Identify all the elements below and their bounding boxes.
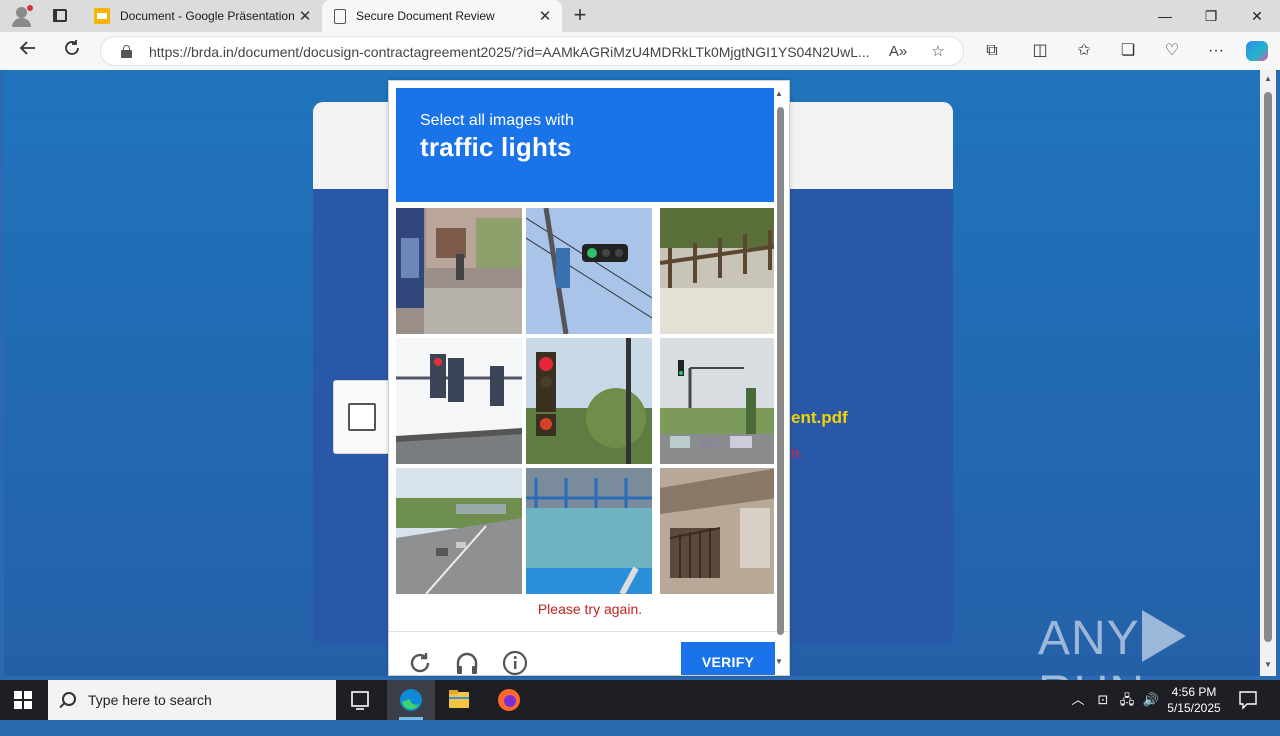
profile-avatar-icon[interactable] [10,5,34,27]
network-icon[interactable]: 🖧 [1116,680,1138,720]
captcha-tile-street-traffic-light[interactable] [656,338,774,464]
refresh-icon[interactable] [58,38,86,64]
favorites-icon[interactable]: ✩ [1072,40,1096,62]
favorite-star-icon[interactable]: ☆ [927,41,949,63]
tab-strip: Document - Google Präsentation ✕ Secure … [0,0,1280,32]
reload-challenge-icon[interactable] [407,650,433,675]
tab-close-icon[interactable]: ✕ [294,7,316,25]
taskbar-search-box[interactable]: Type here to search [48,680,336,720]
captcha-tile-traffic-lights-roof[interactable] [396,338,522,464]
captcha-prompt: Select all images with [420,112,574,129]
captcha-header: Select all images with traffic lights [396,88,774,202]
captcha-tile-red-traffic-light[interactable] [526,338,652,464]
captcha-tile-highway[interactable] [396,468,522,594]
captcha-scroll-up-icon[interactable]: ▲ [775,89,783,98]
tray-overflow-chevron-icon[interactable]: ︿ [1068,680,1088,720]
audio-challenge-headphones-icon[interactable] [454,650,480,675]
captcha-tile-traffic-light-wires[interactable] [526,208,652,334]
watermark-left: ANY [1038,612,1140,665]
new-tab-button[interactable]: + [568,4,592,28]
close-window-button[interactable]: ✕ [1234,0,1280,32]
tab-secure-document-review[interactable]: Secure Document Review ✕ [322,0,562,32]
settings-more-icon[interactable]: ··· [1204,40,1228,62]
slides-favicon-icon [94,8,110,24]
tab-google-presentation[interactable]: Document - Google Präsentation ✕ [84,0,322,32]
collections-icon[interactable]: ❏ [1116,40,1140,62]
back-arrow-icon[interactable] [14,38,42,64]
captcha-footer: VERIFY [389,631,789,675]
captcha-tile-wooden-fence[interactable] [656,208,774,334]
search-icon [62,692,76,706]
captcha-tile-building-balcony[interactable] [656,468,774,594]
file-explorer-icon[interactable] [435,680,483,720]
verify-button[interactable]: VERIFY [681,642,775,675]
copilot-icon[interactable] [1246,41,1268,61]
tab-title: Document - Google Präsentation [120,9,294,23]
captcha-error-message: Please try again. [537,601,643,617]
firefox-icon[interactable] [485,680,533,720]
browser-toolbar: https://brda.in/document/docusign-contra… [0,32,1280,70]
edge-taskbar-icon[interactable] [387,680,435,720]
captcha-checkbox-widget [333,380,393,454]
task-view-icon[interactable] [336,680,384,720]
captcha-tile-pool-railing[interactable] [526,468,652,594]
info-icon[interactable] [502,650,528,675]
read-aloud-icon[interactable]: A» [887,41,909,63]
volume-icon[interactable]: 🔊 [1140,680,1162,720]
notifications-icon[interactable] [1236,680,1260,720]
lock-icon[interactable] [121,45,132,58]
captcha-tile-street-bus[interactable] [396,208,522,334]
windows-start-icon[interactable] [14,691,32,709]
tab-actions-icon[interactable] [50,6,70,26]
page-scrollbar[interactable]: ▲ ▼ [1260,70,1276,676]
address-bar[interactable]: https://brda.in/document/docusign-contra… [100,36,964,66]
split-screen-icon[interactable]: ◫ [1028,40,1052,62]
captcha-scroll-down-icon[interactable]: ▼ [775,657,783,666]
document-warning-text: n. [791,445,804,462]
clock-date: 5/15/2025 [1167,701,1221,715]
captcha-target: traffic lights [420,132,572,162]
captcha-checkbox[interactable] [348,403,376,431]
windows-taskbar: Type here to search ︿ ⊡ 🖧 🔊 4:56 PM 5/15… [0,680,1280,720]
taskbar-clock[interactable]: 4:56 PM 5/15/2025 [1160,684,1228,716]
captcha-scrollbar[interactable]: ▲ ▼ [775,89,785,669]
tray-device-icon[interactable]: ⊡ [1092,680,1114,720]
extensions-icon[interactable]: ⧉ [980,40,1004,62]
document-filename: ent.pdf [791,408,848,427]
restore-button[interactable]: ❐ [1188,0,1234,32]
browser-essentials-icon[interactable]: ♡ [1160,40,1184,62]
scroll-up-icon[interactable]: ▲ [1262,74,1274,83]
minimize-button[interactable]: — [1142,0,1188,32]
url-text[interactable]: https://brda.in/document/docusign-contra… [149,44,869,60]
tab-close-icon[interactable]: ✕ [534,7,556,25]
captcha-challenge: Select all images with traffic lights Pl… [388,80,790,676]
play-logo-icon [1141,610,1186,662]
tab-title: Secure Document Review [356,9,495,23]
search-placeholder: Type here to search [88,692,212,708]
page-scroll-thumb[interactable] [1264,92,1272,642]
document-favicon-icon [334,8,346,24]
captcha-scroll-thumb[interactable] [777,107,784,635]
clock-time: 4:56 PM [1171,685,1217,699]
